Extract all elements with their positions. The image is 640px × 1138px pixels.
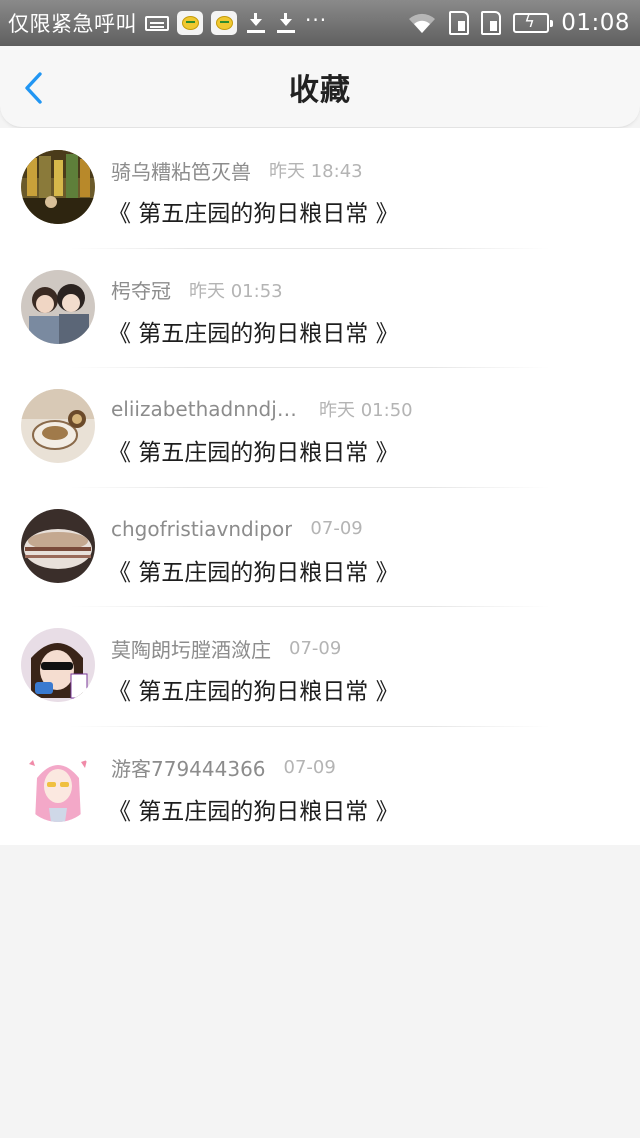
favorites-list: 骑乌糟粘笆灭兽 昨天 18:43 《 第五庄园的狗日粮日常 》 枵夺冠 昨天 0… bbox=[0, 128, 640, 845]
avatar[interactable] bbox=[21, 269, 95, 344]
chat-app-icon-2 bbox=[211, 11, 237, 35]
timestamp: 昨天 01:53 bbox=[189, 280, 283, 302]
list-item[interactable]: 枵夺冠 昨天 01:53 《 第五庄园的狗日粮日常 》 bbox=[0, 247, 640, 368]
avatar[interactable] bbox=[21, 389, 95, 463]
username[interactable]: eliizabethadnndja... bbox=[111, 397, 301, 421]
back-button[interactable] bbox=[14, 66, 54, 110]
item-meta: 骑乌糟粘笆灭兽 昨天 18:43 bbox=[111, 155, 363, 185]
chat-app-icon bbox=[177, 11, 203, 35]
wifi-icon bbox=[409, 13, 436, 33]
more-notifications-icon: ··· bbox=[305, 8, 328, 32]
username[interactable]: 骑乌糟粘笆灭兽 bbox=[111, 156, 251, 185]
list-item[interactable]: eliizabethadnndja... 昨天 01:50 《 第五庄园的狗日粮… bbox=[0, 367, 640, 487]
download-icon bbox=[245, 12, 267, 34]
page-title: 收藏 bbox=[289, 73, 351, 108]
favorite-title[interactable]: 《 第五庄园的狗日粮日常 》 bbox=[108, 194, 399, 228]
timestamp: 昨天 18:43 bbox=[269, 161, 363, 182]
carrier-text: 仅限紧急呼叫 bbox=[8, 12, 137, 36]
favorite-title[interactable]: 《 第五庄园的狗日粮日常 》 bbox=[108, 433, 399, 467]
favorite-title[interactable]: 《 第五庄园的狗日粮日常 》 bbox=[108, 672, 399, 706]
avatar[interactable] bbox=[21, 150, 95, 224]
username[interactable]: 莫陶朗圬膛酒潋庄 bbox=[111, 634, 271, 663]
status-bar-right: 01:08 bbox=[407, 10, 630, 36]
download-icon-2 bbox=[275, 12, 297, 34]
item-meta: 枵夺冠 昨天 01:53 bbox=[111, 275, 283, 305]
list-item[interactable]: 莫陶朗圬膛酒潋庄 07-09 《 第五庄园的狗日粮日常 》 bbox=[0, 606, 640, 726]
favorite-title[interactable]: 《 第五庄园的狗日粮日常 》 bbox=[108, 314, 399, 348]
username[interactable]: 游客779444366 bbox=[111, 753, 266, 782]
sim-card-icon bbox=[449, 11, 470, 35]
list-item[interactable]: 骑乌糟粘笆灭兽 昨天 18:43 《 第五庄园的狗日粮日常 》 bbox=[0, 128, 640, 248]
timestamp: 07-09 bbox=[289, 637, 342, 659]
item-meta: chgofristiavndipor 07-09 bbox=[111, 514, 363, 544]
timestamp: 昨天 01:50 bbox=[319, 400, 413, 421]
status-bar: 仅限紧急呼叫 ··· 01:08 bbox=[0, 0, 640, 46]
item-meta: 莫陶朗圬膛酒潋庄 07-09 bbox=[111, 633, 341, 663]
clock-time: 01:08 bbox=[561, 10, 630, 36]
avatar[interactable] bbox=[21, 628, 95, 702]
item-meta: 游客779444366 07-09 bbox=[111, 753, 336, 783]
avatar[interactable] bbox=[21, 747, 95, 822]
list-item[interactable]: chgofristiavndipor 07-09 《 第五庄园的狗日粮日常 》 bbox=[0, 486, 640, 607]
avatar[interactable] bbox=[21, 508, 95, 583]
timestamp: 07-09 bbox=[310, 518, 363, 539]
keyboard-icon bbox=[145, 15, 169, 31]
status-bar-left: 仅限紧急呼叫 ··· bbox=[8, 8, 407, 38]
chevron-left-icon bbox=[25, 72, 42, 104]
item-meta: eliizabethadnndja... 昨天 01:50 bbox=[111, 394, 413, 424]
favorite-title[interactable]: 《 第五庄园的狗日粮日常 》 bbox=[108, 792, 399, 826]
battery-icon bbox=[513, 13, 554, 33]
favorite-title[interactable]: 《 第五庄园的狗日粮日常 》 bbox=[108, 553, 399, 587]
username[interactable]: 枵夺冠 bbox=[111, 275, 171, 304]
timestamp: 07-09 bbox=[283, 757, 336, 778]
header: 收藏 bbox=[0, 46, 640, 128]
sim-card-icon-2 bbox=[481, 11, 502, 35]
list-item[interactable]: 游客779444366 07-09 《 第五庄园的狗日粮日常 》 bbox=[0, 725, 640, 846]
username[interactable]: chgofristiavndipor bbox=[111, 517, 292, 541]
